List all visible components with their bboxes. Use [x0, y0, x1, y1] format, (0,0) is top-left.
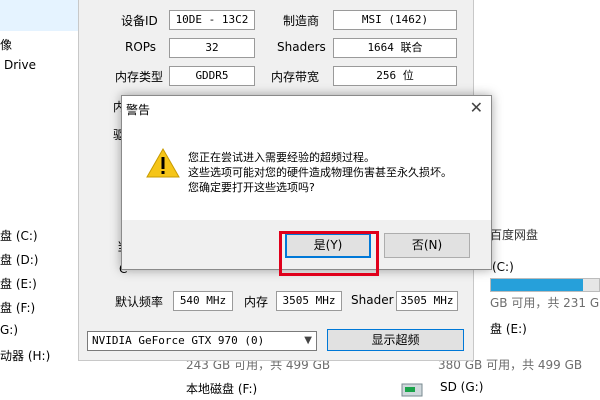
vendor-label: 制造商 [283, 14, 320, 28]
drive-c-label[interactable]: (C:) [492, 260, 514, 274]
rops-field: 32 [169, 38, 255, 58]
sidebar-item-h[interactable]: 动器 (H:) [0, 347, 50, 364]
default-clock-field: 540 MHz [173, 291, 233, 311]
drive-e-label[interactable]: 盘 (E:) [490, 320, 527, 337]
show-overclock-button[interactable]: 显示超频 [327, 329, 464, 351]
sidebar-item-g[interactable]: G:) [0, 323, 18, 337]
explorer-sidebar: 像 Drive 盘 (C:) 盘 (D:) 盘 (E:) 盘 (F:) G:) … [0, 0, 78, 400]
warning-icon [146, 148, 180, 178]
shaders-field: 1664 联合 [333, 38, 457, 58]
dialog-message: 您正在尝试进入需要经验的超频过程。 这些选项可能对您的硬件造成物理伤害甚至永久损… [188, 150, 452, 195]
memory-type-field: GDDR5 [169, 66, 255, 86]
drive-f-label[interactable]: 本地磁盘 (F:) [186, 380, 257, 397]
chevron-down-icon: ▼ [304, 335, 312, 346]
sidebar-item-e[interactable]: 盘 (E:) [0, 275, 37, 292]
dialog-message-line-3: 您确定要打开这些选项吗? [188, 181, 315, 194]
sidebar-item-drive[interactable]: Drive [4, 58, 36, 72]
shaders-label: Shaders [277, 40, 326, 54]
no-button[interactable]: 否(N) [384, 233, 470, 258]
dialog-message-line-1: 您正在尝试进入需要经验的超频过程。 [188, 151, 375, 164]
sidebar-item-d[interactable]: 盘 (D:) [0, 251, 38, 268]
drive-c-capacity-bar [490, 278, 600, 292]
close-icon[interactable]: ✕ [470, 98, 483, 117]
device-id-label: 设备ID [121, 14, 158, 28]
bus-width-field: 256 位 [333, 66, 457, 86]
highlight-box [279, 231, 379, 276]
dialog-title: 警告 [126, 103, 151, 117]
drive-g-label[interactable]: SD (G:) [440, 380, 483, 394]
sidebar-item-f[interactable]: 盘 (F:) [0, 299, 35, 316]
bus-width-label: 内存带宽 [271, 70, 320, 84]
gpu-select-dropdown[interactable]: NVIDIA GeForce GTX 970 (0) ▼ [87, 331, 317, 351]
drive-c-capacity-fill [491, 279, 583, 291]
baidu-netdisk-label[interactable]: 百度网盘 [490, 226, 538, 243]
sidebar-selection [0, 0, 78, 31]
dialog-message-line-2: 这些选项可能对您的硬件造成物理伤害甚至永久损坏。 [188, 166, 452, 179]
drive-c-free-space: GB 可用，共 231 GB [490, 296, 600, 310]
vendor-field: MSI (1462) [333, 10, 457, 30]
shader-clock-field: 3505 MHz [396, 291, 458, 311]
memory-clock-field: 3505 MHz [276, 291, 342, 311]
default-clock-label: 默认频率 [115, 295, 164, 309]
device-id-field: 10DE - 13C2 [169, 10, 255, 30]
sidebar-item-pictures[interactable]: 像 [0, 36, 12, 53]
gpu-select-value: NVIDIA GeForce GTX 970 (0) [92, 334, 265, 347]
memory-clock-label: 内存 [244, 295, 269, 309]
sd-card-icon [401, 383, 423, 397]
rops-label: ROPs [125, 40, 157, 54]
shader-clock-label: Shader [351, 293, 394, 307]
sidebar-item-c[interactable]: 盘 (C:) [0, 227, 38, 244]
memory-type-label: 内存类型 [115, 70, 164, 84]
